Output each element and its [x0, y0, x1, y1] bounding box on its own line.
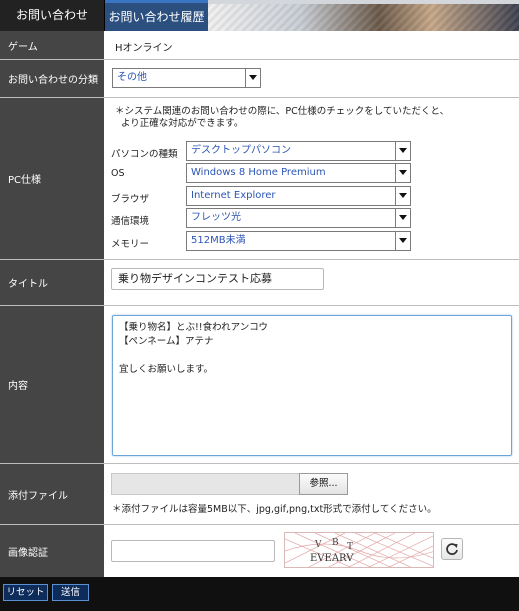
submit-button[interactable]: 送信 [52, 584, 89, 601]
attachment-label: 添付ファイル [0, 464, 104, 524]
attachment-file-field[interactable] [111, 473, 304, 495]
attachment-note: ＊添付ファイルは容量5MB以下、jpg,gif,png,txt形式で添付してくだ… [112, 504, 437, 515]
row-captcha: 画像認証 V B T EVEARV [0, 525, 519, 577]
tab-bar: お問い合わせ お問い合わせ履歴 [0, 0, 519, 31]
browser-value: Internet Explorer [191, 190, 276, 201]
pc-type-select[interactable]: デスクトップパソコン [186, 141, 411, 161]
memory-label: メモリー [111, 239, 150, 250]
pc-note-line-2: より正確な対応ができます。 [121, 118, 244, 129]
captcha-image: V B T EVEARV [284, 532, 434, 568]
os-value: Windows 8 Home Premium [191, 167, 326, 178]
title-input[interactable]: 乗り物デザインコンテスト応募 [111, 268, 324, 290]
tab-inquiry-history[interactable]: お問い合わせ履歴 [105, 0, 208, 31]
tab-inquiry[interactable]: お問い合わせ [0, 0, 105, 31]
chevron-down-icon [395, 142, 410, 160]
svg-text:B: B [332, 538, 339, 548]
title-label: タイトル [0, 260, 104, 305]
chevron-down-icon [395, 232, 410, 250]
pc-type-value: デスクトップパソコン [191, 145, 291, 156]
browse-button[interactable]: 参照... [299, 473, 348, 495]
row-category: お問い合わせの分類 その他 [0, 60, 519, 98]
banner-image [208, 0, 519, 31]
chevron-down-icon [245, 69, 260, 87]
row-title: タイトル 乗り物デザインコンテスト応募 [0, 260, 519, 306]
category-select[interactable]: その他 [112, 68, 261, 88]
row-attachment: 添付ファイル 参照... ＊添付ファイルは容量5MB以下、jpg,gif,png… [0, 464, 519, 525]
chevron-down-icon [395, 187, 410, 205]
row-body: 内容 【乗り物名】とぶ!!食われアンコウ 【ペンネーム】アテナ 宜しくお願いしま… [0, 306, 519, 464]
network-select[interactable]: フレッツ光 [186, 208, 411, 228]
category-label: お問い合わせの分類 [0, 60, 104, 97]
chevron-down-icon [395, 209, 410, 227]
svg-text:V: V [314, 540, 322, 550]
footer-bar: リセット 送信 [0, 577, 519, 611]
row-pc-spec: PC仕様 ＊システム関連のお問い合わせの際に、PC仕様のチェックをしていただくと… [0, 98, 519, 260]
os-select[interactable]: Windows 8 Home Premium [186, 163, 411, 183]
network-label: 通信環境 [111, 216, 150, 227]
browser-label: ブラウザ [111, 194, 150, 205]
os-label: OS [111, 168, 125, 179]
memory-select[interactable]: 512MB未満 [186, 231, 411, 251]
body-label: 内容 [0, 306, 104, 463]
game-value: Hオンライン [115, 43, 173, 54]
captcha-label: 画像認証 [0, 525, 104, 577]
chevron-down-icon [395, 164, 410, 182]
reset-button[interactable]: リセット [3, 584, 48, 601]
captcha-input[interactable] [111, 540, 275, 562]
body-textarea[interactable]: 【乗り物名】とぶ!!食われアンコウ 【ペンネーム】アテナ 宜しくお願いします。 [112, 315, 512, 456]
memory-value: 512MB未満 [191, 235, 246, 246]
pc-spec-label: PC仕様 [0, 98, 104, 259]
row-game: ゲーム Hオンライン [0, 31, 519, 60]
pc-type-label: パソコンの種類 [111, 149, 178, 160]
captcha-text: EVEARV [310, 553, 354, 564]
pc-note-line-1: ＊システム関連のお問い合わせの際に、PC仕様のチェックをしていただくと、 [115, 106, 450, 117]
refresh-captcha-button[interactable] [441, 538, 463, 560]
network-value: フレッツ光 [191, 212, 241, 223]
browser-select[interactable]: Internet Explorer [186, 186, 411, 206]
svg-text:T: T [347, 542, 353, 552]
game-label: ゲーム [0, 31, 104, 59]
refresh-icon [446, 543, 458, 555]
category-select-value: その他 [117, 72, 147, 83]
